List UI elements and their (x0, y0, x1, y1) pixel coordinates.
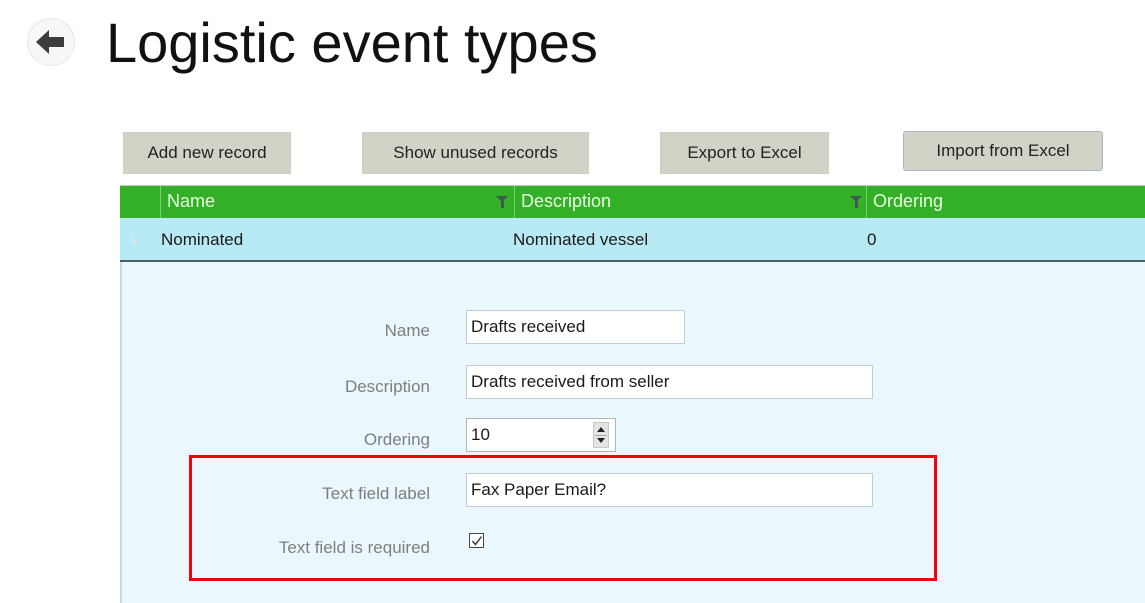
row-ordering-cell: 0 (867, 230, 877, 249)
filter-icon[interactable] (850, 196, 862, 208)
row-name-cell: Nominated (161, 230, 244, 249)
name-label: Name (384, 321, 430, 340)
table-row[interactable]: Nominated Nominated vessel 0 (120, 218, 1145, 262)
import-from-excel-button[interactable]: Import from Excel (903, 131, 1103, 171)
column-header-description[interactable]: Description (514, 186, 866, 218)
column-header-name-label: Name (167, 191, 216, 211)
column-header-name[interactable]: Name (160, 186, 514, 218)
description-label: Description (344, 377, 430, 396)
checkmark-icon (471, 536, 483, 546)
page-title: Logistic event types (106, 11, 598, 74)
add-new-record-button[interactable]: Add new record (123, 132, 291, 174)
expand-row-icon[interactable] (132, 236, 137, 246)
text-field-label-label: Text field label (322, 484, 430, 503)
spin-down-icon[interactable] (597, 438, 605, 443)
column-header-description-label: Description (521, 191, 612, 211)
spin-up-icon[interactable] (597, 427, 605, 432)
text-field-required-label: Text field is required (278, 538, 430, 557)
ordering-stepper[interactable]: 10 (466, 418, 616, 452)
filter-icon[interactable] (496, 196, 508, 208)
description-field[interactable] (466, 365, 873, 399)
export-to-excel-button[interactable]: Export to Excel (660, 132, 829, 174)
arrow-left-icon (36, 30, 64, 54)
spinner-divider (595, 435, 607, 436)
back-button[interactable] (27, 18, 75, 66)
ordering-value: 10 (471, 425, 490, 444)
name-field[interactable] (466, 310, 685, 344)
text-field-label-field[interactable] (466, 473, 873, 507)
show-unused-records-button[interactable]: Show unused records (362, 132, 589, 174)
column-header-ordering[interactable]: Ordering (866, 186, 1145, 218)
grid-header: Name Description Ordering (120, 185, 1145, 218)
row-description-cell: Nominated vessel (513, 230, 649, 249)
column-header-ordering-label: Ordering (873, 191, 944, 211)
text-field-required-checkbox[interactable] (469, 533, 484, 548)
spinner-buttons (593, 422, 609, 448)
ordering-label: Ordering (363, 430, 430, 449)
